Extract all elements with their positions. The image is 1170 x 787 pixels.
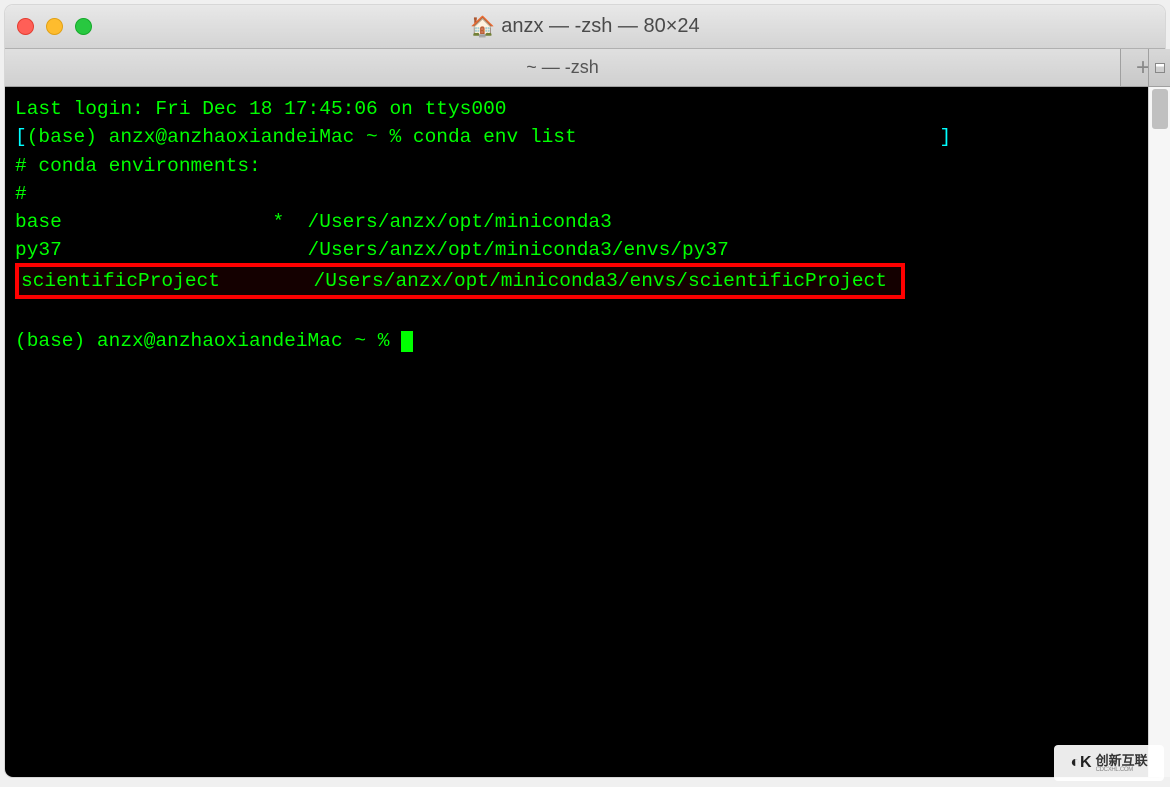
split-pane-icon — [1155, 63, 1165, 73]
tab-active[interactable]: ~ — -zsh — [5, 49, 1121, 86]
window-titlebar: 🏠 anzx — -zsh — 80×24 — [5, 5, 1165, 49]
tab-label: ~ — -zsh — [526, 57, 599, 78]
terminal-line-env-base: base * /Users/anzx/opt/miniconda3 — [15, 208, 1155, 236]
prompt-1-text: (base) anzx@anzhaoxiandeiMac ~ % conda e… — [27, 126, 577, 148]
terminal-line-prompt-2: (base) anzx@anzhaoxiandeiMac ~ % — [15, 327, 1155, 355]
minimize-window-button[interactable] — [46, 18, 63, 35]
watermark: ◐K 创新互联 CDCXHL.COM — [1054, 745, 1164, 781]
traffic-lights — [17, 18, 92, 35]
scrollbar-thumb[interactable] — [1152, 89, 1168, 129]
terminal-content[interactable]: Last login: Fri Dec 18 17:45:06 on ttys0… — [5, 87, 1165, 777]
cursor-icon — [401, 331, 413, 352]
window-title-text: anzx — -zsh — 80×24 — [501, 15, 699, 38]
terminal-line-comment-1: # conda environments: — [15, 152, 1155, 180]
scrollbar-track[interactable] — [1148, 87, 1170, 777]
split-pane-toggle[interactable] — [1148, 49, 1165, 87]
watermark-text: 创新互联 CDCXHL.COM — [1096, 754, 1148, 773]
close-window-button[interactable] — [17, 18, 34, 35]
watermark-logo-icon: ◐K — [1070, 754, 1091, 772]
terminal-line-last-login: Last login: Fri Dec 18 17:45:06 on ttys0… — [15, 95, 1155, 123]
terminal-window: 🏠 anzx — -zsh — 80×24 ~ — -zsh + Last lo… — [5, 5, 1165, 777]
terminal-line-env-py37: py37 /Users/anzx/opt/miniconda3/envs/py3… — [15, 236, 1155, 264]
terminal-line-env-scientific-highlighted: scientificProject /Users/anzx/opt/minico… — [15, 263, 905, 299]
home-icon: 🏠 — [470, 14, 495, 39]
watermark-main: 创新互联 — [1096, 754, 1148, 767]
terminal-line-blank — [15, 299, 1155, 327]
terminal-line-prompt-1: [(base) anzx@anzhaoxiandeiMac ~ % conda … — [15, 123, 1155, 151]
tab-bar: ~ — -zsh + — [5, 49, 1165, 87]
bracket-open: [ — [15, 126, 27, 148]
window-title: 🏠 anzx — -zsh — 80×24 — [470, 14, 699, 39]
prompt-2-text: (base) anzx@anzhaoxiandeiMac ~ % — [15, 330, 401, 352]
watermark-sub: CDCXHL.COM — [1096, 767, 1148, 773]
maximize-window-button[interactable] — [75, 18, 92, 35]
bracket-close: ] — [939, 126, 951, 148]
terminal-line-comment-2: # — [15, 180, 1155, 208]
